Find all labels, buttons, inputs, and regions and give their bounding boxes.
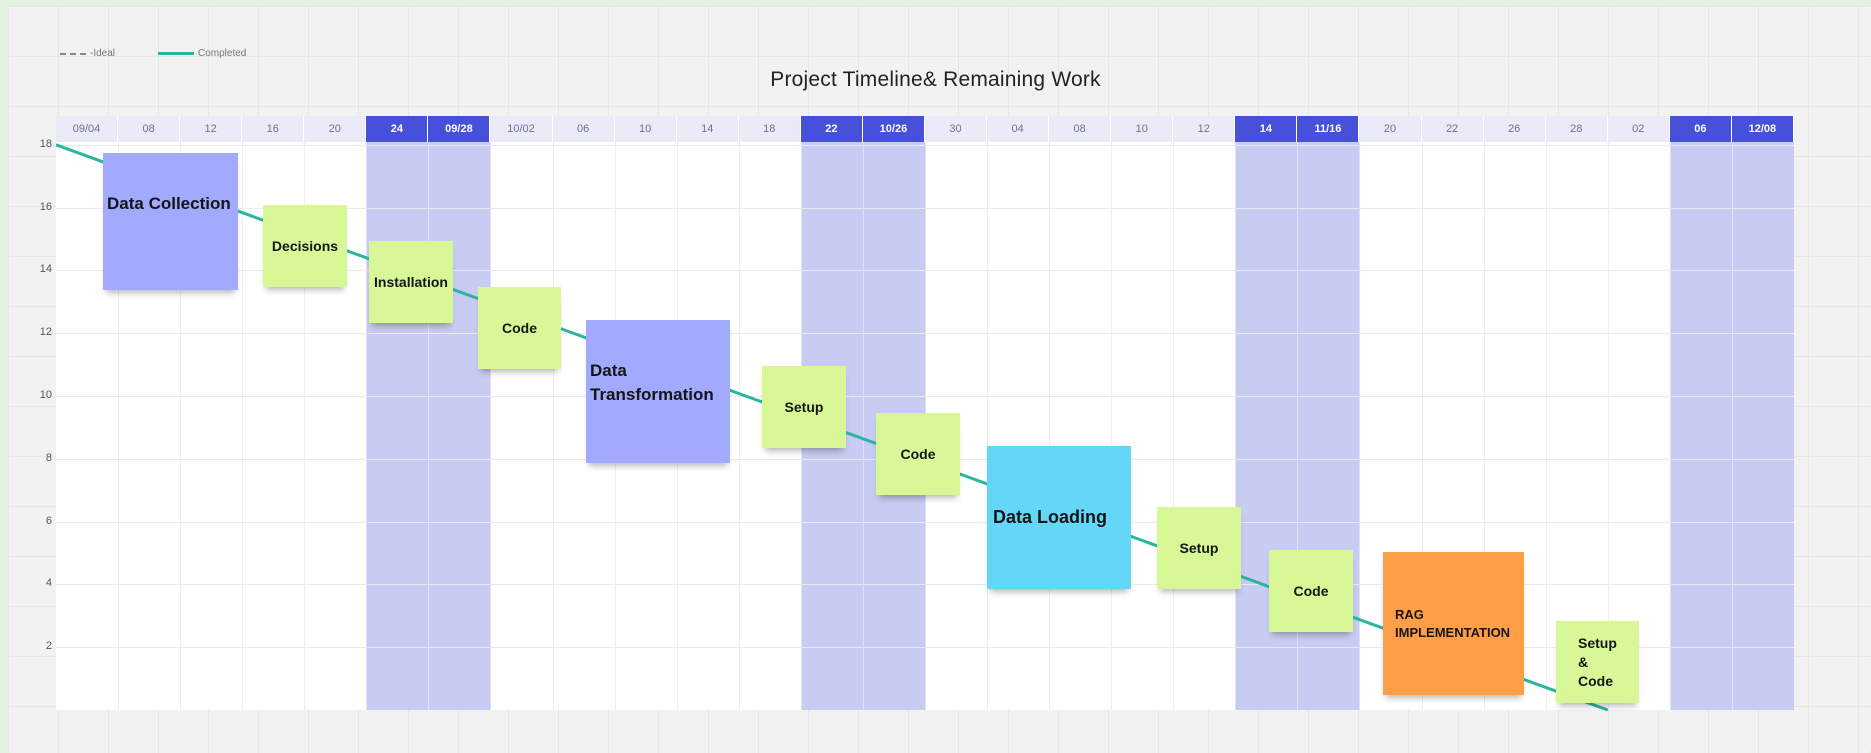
task-note-green[interactable]: Setup: [762, 366, 846, 448]
task-note-label: Decisions: [271, 238, 339, 254]
task-note-label: Setup: [1179, 540, 1219, 556]
task-note-label: Installation: [374, 274, 448, 290]
task-note-label: Data Loading: [993, 507, 1108, 527]
timeline-chart: 09/04 08 12 16 20 24 09/28 10/02 06 10 14 18 22 10/26…: [0, 0, 1871, 753]
task-note-blue[interactable]: Data Transformation: [586, 320, 730, 463]
task-note-label: Setup & Code: [1578, 634, 1617, 689]
task-note-green[interactable]: Installation: [369, 241, 453, 323]
task-note-label: Code: [502, 320, 537, 336]
task-note-blue[interactable]: Data Collection: [103, 153, 238, 290]
task-note-green[interactable]: Code: [478, 287, 561, 369]
task-note-cyan[interactable]: Data Loading: [987, 446, 1131, 589]
task-note-green[interactable]: Code: [1269, 550, 1353, 632]
task-note-label: RAG IMPLEMENTATION: [1395, 606, 1511, 640]
task-note-label: Setup: [784, 399, 824, 415]
task-note-label: Code: [1293, 583, 1329, 599]
task-note-label: Data Transformation: [590, 361, 714, 404]
task-note-label: Code: [900, 446, 936, 462]
task-note-green[interactable]: Code: [876, 413, 960, 495]
task-note-green[interactable]: Setup & Code: [1556, 621, 1639, 703]
task-note-orange[interactable]: RAG IMPLEMENTATION: [1383, 552, 1524, 695]
task-note-green[interactable]: Setup: [1157, 507, 1241, 589]
task-note-green[interactable]: Decisions: [263, 205, 347, 287]
task-note-label: Data Collection: [107, 194, 231, 213]
